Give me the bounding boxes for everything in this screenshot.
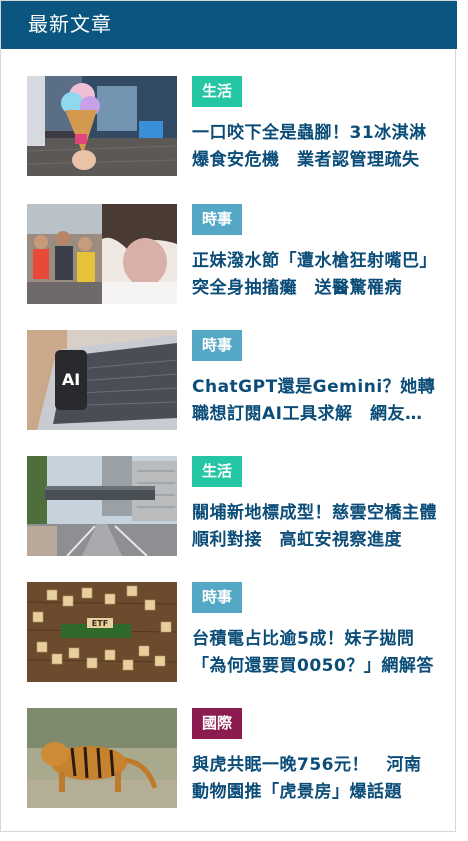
widget-title: 最新文章 [28, 12, 112, 36]
category-tag[interactable]: 時事 [192, 204, 243, 235]
thumbnail-laptop-ai[interactable]: AI [27, 330, 177, 430]
thumbnail-sky-bridge[interactable] [27, 456, 177, 556]
category-tag[interactable]: 生活 [192, 76, 243, 107]
svg-text:ETF: ETF [92, 619, 108, 628]
article-title[interactable]: 與虎共眠一晚756元！ 河南動物園推「虎景房」爆話題 [192, 752, 437, 806]
article-item-3[interactable]: AI 時事 ChatGPT還是Gemini？她轉職想訂閱AI工具求解 網友建議 [27, 330, 437, 430]
category-tag[interactable]: 國際 [192, 708, 243, 739]
article-title[interactable]: ChatGPT還是Gemini？她轉職想訂閱AI工具求解 網友建議 [192, 374, 437, 428]
article-item-4[interactable]: 生活 關埔新地標成型！慈雲空橋主體順利對接 高虹安視察進度 [27, 456, 437, 556]
widget-header: 最新文章 [1, 1, 457, 49]
thumbnail-letter-tiles[interactable]: ETF [27, 582, 177, 682]
thumbnail-water-festival[interactable] [27, 204, 177, 304]
article-title[interactable]: 一口咬下全是蟲腳！31冰淇淋爆食安危機 業者認管理疏失 [192, 120, 437, 174]
thumbnail-ice-cream[interactable] [27, 76, 177, 176]
category-tag[interactable]: 時事 [192, 582, 243, 613]
article-item-5[interactable]: ETF 時事 台積電占比逾5成！妹子拋問「為何還要買0050？」網解答 [27, 582, 437, 682]
article-item-2[interactable]: 時事 正妹潑水節「遭水槍狂射嘴巴」突全身抽搐癱 送醫驚罹病 [27, 204, 437, 304]
latest-articles-widget: 最新文章 生活 一口咬下全是蟲腳！31冰淇淋爆食安危機 業者認管理疏失 時事 正… [0, 0, 457, 832]
article-item-6[interactable]: 國際 與虎共眠一晚756元！ 河南動物園推「虎景房」爆話題 [27, 708, 437, 808]
category-tag[interactable]: 生活 [192, 456, 243, 487]
article-item-1[interactable]: 生活 一口咬下全是蟲腳！31冰淇淋爆食安危機 業者認管理疏失 [27, 76, 437, 176]
thumbnail-tiger[interactable] [27, 708, 177, 808]
article-title[interactable]: 正妹潑水節「遭水槍狂射嘴巴」突全身抽搐癱 送醫驚罹病 [192, 248, 437, 302]
article-title[interactable]: 關埔新地標成型！慈雲空橋主體順利對接 高虹安視察進度 [192, 500, 437, 554]
article-title[interactable]: 台積電占比逾5成！妹子拋問「為何還要買0050？」網解答 [192, 626, 437, 680]
category-tag[interactable]: 時事 [192, 330, 243, 361]
svg-text:AI: AI [62, 370, 80, 389]
